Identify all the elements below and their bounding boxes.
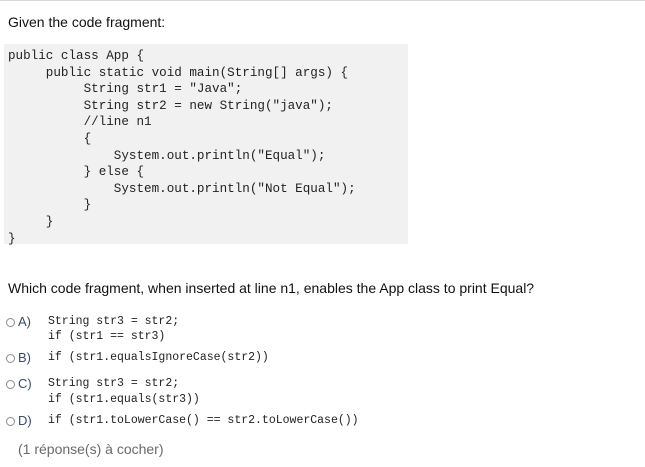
question-text: Which code fragment, when inserted at li… xyxy=(8,280,535,296)
option-code: if (str1.toLowerCase() == str2.toLowerCa… xyxy=(48,413,359,427)
top-divider xyxy=(0,0,645,5)
radio-button-icon[interactable] xyxy=(6,416,15,426)
option-letter: A) xyxy=(18,314,31,329)
option-letter: B) xyxy=(18,350,31,366)
option-a[interactable]: A) String str3 = str2; if (str1 == str3) xyxy=(6,314,636,344)
option-c[interactable]: C) String str3 = str2; if (str1.equals(s… xyxy=(6,376,636,406)
answer-count-hint: (1 réponse(s) à cocher) xyxy=(18,441,164,457)
radio-button-icon[interactable] xyxy=(6,380,15,390)
code-snippet: public class App { public static void ma… xyxy=(8,49,356,246)
code-snippet-box: public class App { public static void ma… xyxy=(4,44,408,246)
option-b[interactable]: B) if (str1.equalsIgnoreCase(str2)) xyxy=(6,350,636,366)
answer-options: A) String str3 = str2; if (str1 == str3)… xyxy=(6,314,636,431)
radio-button-icon[interactable] xyxy=(6,354,15,364)
prompt-heading: Given the code fragment: xyxy=(8,14,166,30)
option-code: String str3 = str2; if (str1.equals(str3… xyxy=(48,377,200,406)
option-code: if (str1.equalsIgnoreCase(str2)) xyxy=(48,351,269,365)
option-letter: D) xyxy=(18,412,32,428)
option-code: String str3 = str2; if (str1 == str3) xyxy=(48,315,180,344)
radio-button-icon[interactable] xyxy=(6,318,15,327)
option-letter: C) xyxy=(18,376,32,392)
option-d[interactable]: D) if (str1.toLowerCase() == str2.toLowe… xyxy=(6,413,636,429)
